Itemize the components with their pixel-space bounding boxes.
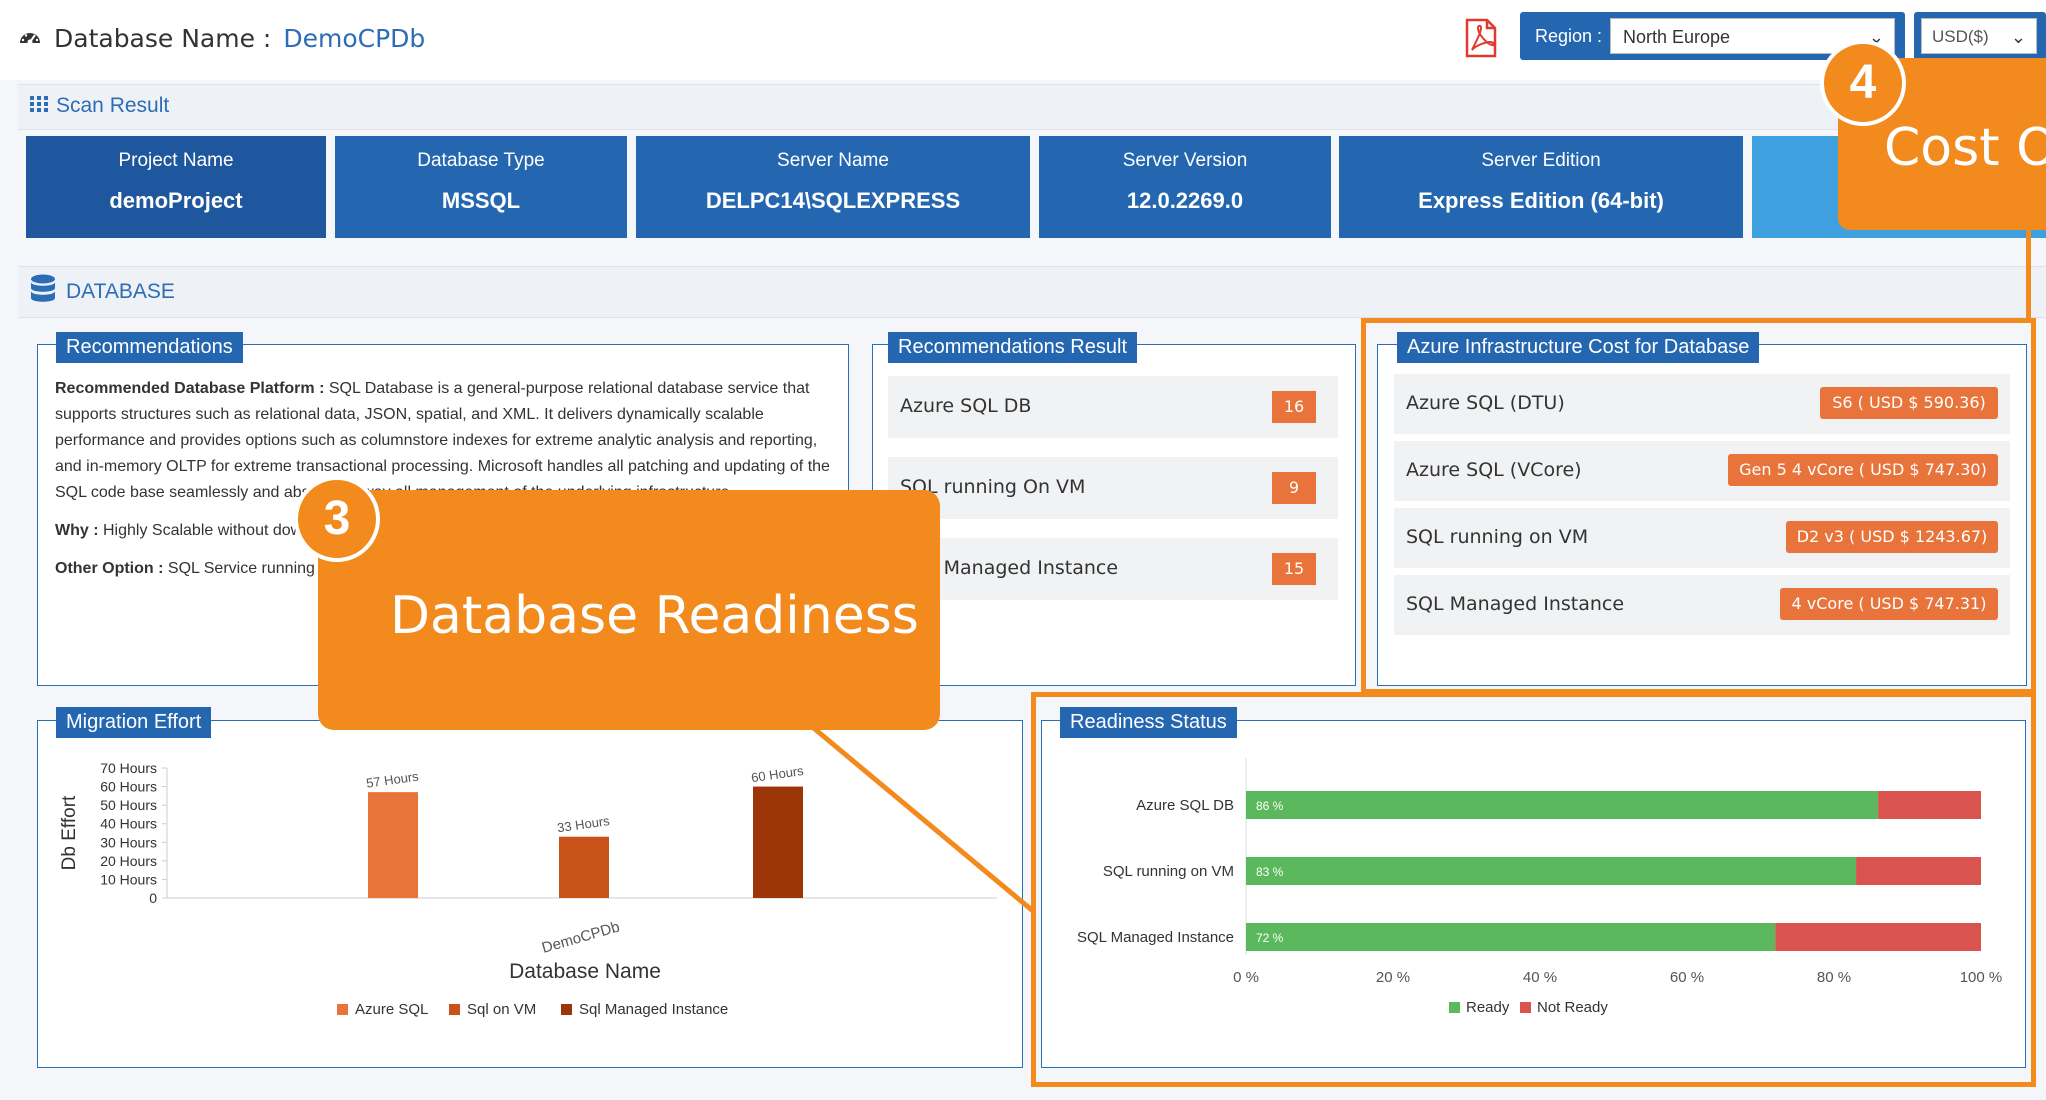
card-value: 12.0.2269.0	[1126, 188, 1244, 213]
scan-result-label: Scan Result	[56, 94, 170, 117]
y-tick-label: 40 Hours	[100, 816, 157, 832]
x-tick-label: DemoCPDb	[540, 918, 622, 956]
y-tick-label: 0	[149, 890, 157, 906]
card-value: MSSQL	[441, 188, 521, 213]
y-tick-label: 30 Hours	[100, 834, 157, 850]
bar-azure-sql	[368, 792, 418, 898]
bar-sql-managed-instance	[753, 786, 803, 898]
y-axis-title: Db Effort	[59, 795, 80, 870]
recommendations-result-title: Recommendations Result	[888, 332, 1137, 363]
connector-line	[2026, 228, 2031, 320]
data-label: 33 Hours	[556, 813, 611, 835]
why-label: Why :	[55, 522, 99, 539]
callout-text: Database Readiness	[390, 586, 919, 646]
grid-icon	[30, 94, 48, 118]
platform-label: Recommended Database Platform :	[55, 380, 325, 397]
cost-highlight-frame	[1361, 318, 2036, 694]
card-title: Project Name	[118, 150, 234, 171]
dashboard-icon	[18, 24, 42, 53]
platform-text: SQL Database is a general-purpose relati…	[55, 380, 830, 501]
legend-label: Azure SQL	[355, 1001, 428, 1018]
card-title: Server Version	[1122, 150, 1248, 171]
readiness-highlight-frame	[1031, 692, 2036, 1087]
info-card-server-edition: Server Edition Express Edition (64-bit)	[1339, 136, 1743, 238]
info-card-project: Project Name demoProject	[26, 136, 326, 238]
currency-value: USD($)	[1932, 27, 1989, 46]
database-icon	[30, 274, 56, 310]
scan-result-title: Scan Result	[30, 94, 169, 118]
result-count-badge: 15	[1272, 553, 1316, 585]
card-title: Server Edition	[1481, 150, 1601, 171]
database-name: DemoCPDb	[283, 24, 426, 53]
region-value: North Europe	[1623, 27, 1731, 47]
database-header	[18, 266, 2046, 318]
card-value: demoProject	[109, 188, 243, 213]
database-title: Database Name : DemoCPDb	[18, 24, 425, 53]
legend-swatch	[449, 1004, 460, 1015]
currency-dropdown[interactable]: USD($) ⌄	[1921, 18, 2037, 54]
scan-result-header	[18, 84, 2046, 130]
connector-line	[808, 723, 1035, 913]
database-label: DATABASE	[66, 280, 175, 303]
legend-label: Sql Managed Instance	[579, 1001, 728, 1018]
chevron-down-icon: ⌄	[2010, 27, 2026, 47]
callout-number-3: 3	[294, 476, 380, 562]
migration-effort-title: Migration Effort	[56, 707, 212, 738]
result-row-azure-sql-db: Azure SQL DB 16	[888, 376, 1338, 438]
data-label: 57 Hours	[365, 769, 420, 791]
y-tick-label: 60 Hours	[100, 779, 157, 795]
legend-swatch	[337, 1004, 348, 1015]
data-label: 60 Hours	[750, 763, 805, 785]
pdf-export-icon[interactable]	[1463, 18, 1499, 58]
card-title: Database Type	[417, 150, 545, 171]
y-tick-label: 20 Hours	[100, 853, 157, 869]
x-axis-title: Database Name	[509, 960, 661, 983]
result-count-badge: 9	[1272, 472, 1316, 504]
legend-label: Sql on VM	[467, 1001, 536, 1018]
info-card-server-name: Server Name DELPC14\SQLEXPRESS	[636, 136, 1030, 238]
recommendations-title: Recommendations	[56, 332, 243, 363]
callout-text: Cost O	[1884, 118, 2046, 178]
database-section-title: DATABASE	[30, 274, 175, 310]
region-label: Region :	[1535, 26, 1603, 46]
y-tick-label: 70 Hours	[100, 760, 157, 776]
card-value: Express Edition (64-bit)	[1418, 188, 1664, 213]
result-label: Azure SQL DB	[900, 395, 1032, 417]
info-card-db-type: Database Type MSSQL	[335, 136, 627, 238]
other-option-label: Other Option :	[55, 560, 164, 577]
legend-swatch	[561, 1004, 572, 1015]
result-row-managed-instance: SQL Managed Instance 15	[888, 538, 1338, 600]
y-tick-label: 50 Hours	[100, 797, 157, 813]
result-row-sql-vm: SQL running On VM 9	[888, 457, 1338, 519]
card-title: Server Name	[777, 150, 889, 171]
y-tick-label: 10 Hours	[100, 871, 157, 887]
database-label: Database Name :	[54, 24, 272, 53]
callout-database-readiness: Database Readiness	[318, 490, 940, 730]
card-value: DELPC14\SQLEXPRESS	[705, 188, 961, 213]
callout-number-4: 4	[1820, 40, 1906, 126]
bar-sql-on-vm	[559, 836, 609, 898]
result-count-badge: 16	[1272, 391, 1316, 423]
info-card-server-version: Server Version 12.0.2269.0	[1039, 136, 1331, 238]
